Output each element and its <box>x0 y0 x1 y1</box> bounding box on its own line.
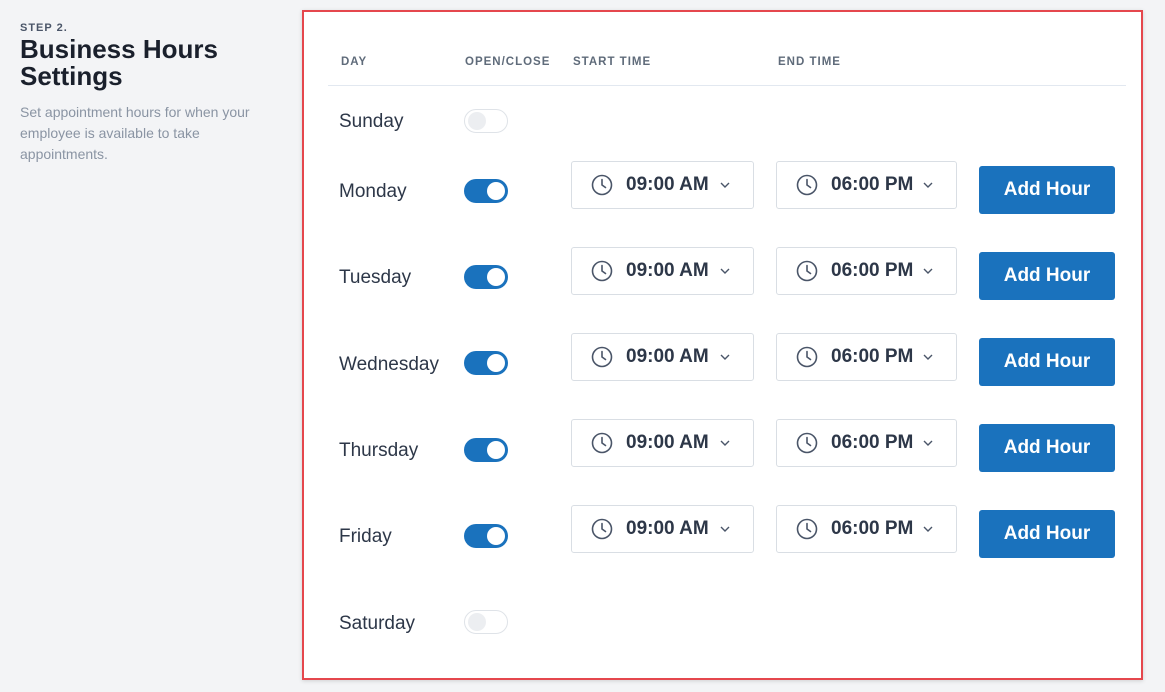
clock-icon <box>796 432 818 454</box>
clock-icon <box>591 346 613 368</box>
header-end-time: END TIME <box>778 56 841 68</box>
add-hour-button[interactable]: Add Hour <box>979 166 1115 214</box>
chevron-down-icon <box>923 268 933 274</box>
day-label: Saturday <box>339 613 416 634</box>
chevron-down-icon <box>720 354 730 360</box>
header-start-time: START TIME <box>573 56 652 68</box>
clock-icon <box>591 432 613 454</box>
add-hour-button[interactable]: Add Hour <box>979 338 1115 386</box>
chevron-down-icon <box>720 440 730 446</box>
day-row-tuesday: Tuesday 09:00 AM 06:00 PM Add Hour <box>304 246 1141 306</box>
end-time-value: 06:00 PM <box>831 260 914 281</box>
start-time-value: 09:00 AM <box>626 346 709 367</box>
table-header: DAY OPEN/CLOSE START TIME END TIME <box>328 12 1126 86</box>
day-row-sunday: Sunday <box>304 92 1141 152</box>
open-toggle-sunday[interactable] <box>464 109 508 133</box>
start-time-select[interactable]: 09:00 AM <box>571 505 754 553</box>
day-row-monday: Monday 09:00 AM 06:00 PM Add Hour <box>304 160 1141 220</box>
day-row-thursday: Thursday 09:00 AM 06:00 PM Add Hour <box>304 419 1141 479</box>
day-label: Sunday <box>339 111 404 132</box>
page-description: Set appointment hours for when your empl… <box>20 104 250 162</box>
end-time-select[interactable]: 06:00 PM <box>776 505 957 553</box>
day-row-wednesday: Wednesday 09:00 AM 06:00 PM Add Hour <box>304 332 1141 392</box>
chevron-down-icon <box>720 526 730 532</box>
clock-icon <box>796 260 818 282</box>
business-hours-panel: DAY OPEN/CLOSE START TIME END TIME Sunda… <box>302 10 1143 680</box>
day-row-saturday: Saturday <box>304 594 1141 654</box>
open-toggle-saturday[interactable] <box>464 610 508 634</box>
end-time-value: 06:00 PM <box>831 432 914 453</box>
end-time-select[interactable]: 06:00 PM <box>776 333 957 381</box>
start-time-value: 09:00 AM <box>626 432 709 453</box>
step-intro: STEP 2. Business Hours Settings Set appo… <box>20 22 290 165</box>
chevron-down-icon <box>923 440 933 446</box>
open-toggle-friday[interactable] <box>464 524 508 548</box>
start-time-select[interactable]: 09:00 AM <box>571 333 754 381</box>
end-time-select[interactable]: 06:00 PM <box>776 161 957 209</box>
day-label: Friday <box>339 526 392 547</box>
day-label: Thursday <box>339 440 419 461</box>
start-time-select[interactable]: 09:00 AM <box>571 161 754 209</box>
chevron-down-icon <box>720 268 730 274</box>
start-time-value: 09:00 AM <box>626 174 709 195</box>
day-label: Wednesday <box>339 354 439 375</box>
header-open-close: OPEN/CLOSE <box>465 56 551 68</box>
clock-icon <box>591 260 613 282</box>
chevron-down-icon <box>923 182 933 188</box>
start-time-value: 09:00 AM <box>626 260 709 281</box>
chevron-down-icon <box>923 526 933 532</box>
step-label: STEP 2. <box>20 22 68 34</box>
page-title: Business Hours Settings <box>20 34 218 91</box>
end-time-select[interactable]: 06:00 PM <box>776 247 957 295</box>
end-time-value: 06:00 PM <box>831 518 914 539</box>
day-label: Monday <box>339 181 407 202</box>
chevron-down-icon <box>923 354 933 360</box>
start-time-value: 09:00 AM <box>626 518 709 539</box>
open-toggle-wednesday[interactable] <box>464 351 508 375</box>
open-toggle-tuesday[interactable] <box>464 265 508 289</box>
chevron-down-icon <box>720 182 730 188</box>
open-toggle-thursday[interactable] <box>464 438 508 462</box>
end-time-value: 06:00 PM <box>831 174 914 195</box>
add-hour-button[interactable]: Add Hour <box>979 252 1115 300</box>
clock-icon <box>591 518 613 540</box>
day-label: Tuesday <box>339 267 412 288</box>
clock-icon <box>591 174 613 196</box>
clock-icon <box>796 174 818 196</box>
day-row-friday: Friday 09:00 AM 06:00 PM Add Hour <box>304 505 1141 565</box>
header-day: DAY <box>341 56 368 68</box>
open-toggle-monday[interactable] <box>464 179 508 203</box>
add-hour-button[interactable]: Add Hour <box>979 510 1115 558</box>
end-time-select[interactable]: 06:00 PM <box>776 419 957 467</box>
clock-icon <box>796 518 818 540</box>
clock-icon <box>796 346 818 368</box>
start-time-select[interactable]: 09:00 AM <box>571 419 754 467</box>
end-time-value: 06:00 PM <box>831 346 914 367</box>
add-hour-button[interactable]: Add Hour <box>979 424 1115 472</box>
start-time-select[interactable]: 09:00 AM <box>571 247 754 295</box>
